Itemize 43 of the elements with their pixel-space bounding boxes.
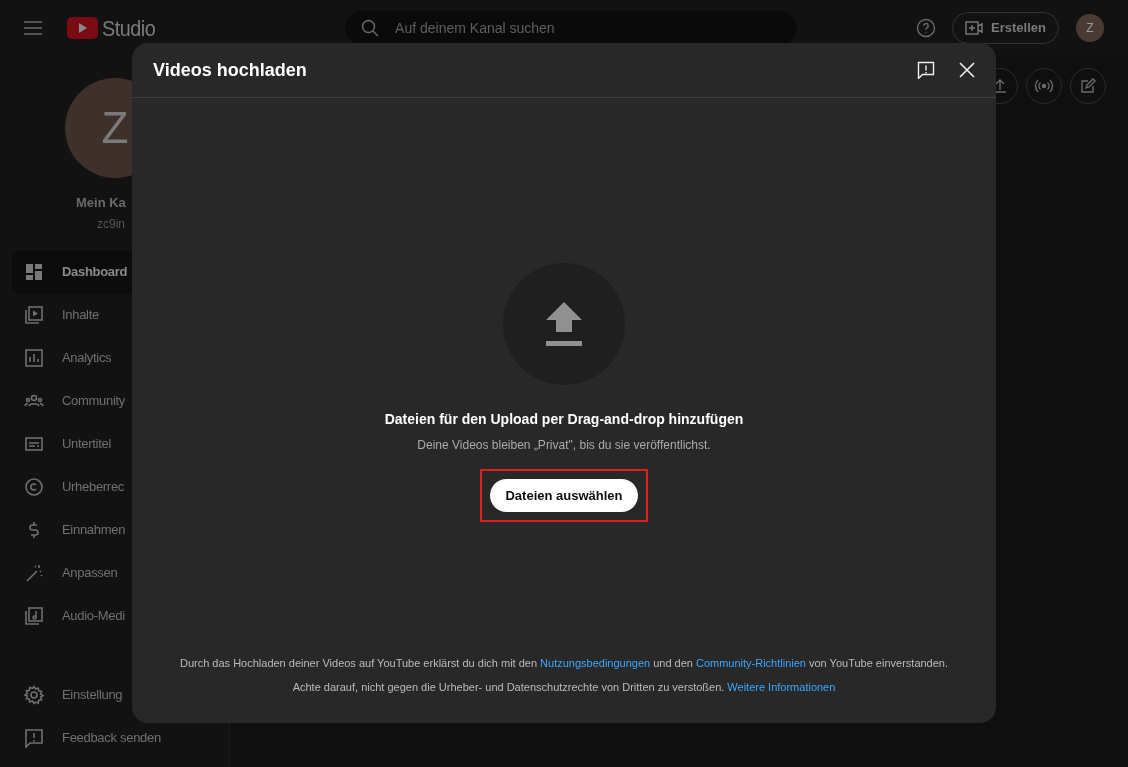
channel-name: Mein Ka: [76, 194, 126, 212]
sidebar-item[interactable]: Einstellung: [12, 673, 217, 716]
copyright-icon: [24, 477, 44, 497]
add-video-icon: [965, 21, 984, 35]
upload-heading: Dateien für den Upload per Drag-and-drop hinzufügen: [384, 410, 744, 429]
sidebar-item[interactable]: Untertitel: [12, 422, 217, 466]
upload-icon: [546, 302, 582, 346]
sidebar-item[interactable]: Feedback senden: [12, 716, 217, 759]
sidebar-item[interactable]: Inhalte: [12, 293, 217, 337]
channel-handle: zc9in: [97, 215, 125, 233]
sidebar-item[interactable]: Einnahmen: [12, 508, 217, 552]
feedback-icon[interactable]: [917, 61, 935, 79]
footer-text: und den: [653, 656, 693, 671]
close-icon[interactable]: [959, 62, 975, 78]
magic-wand-icon: [24, 563, 44, 583]
footer-text: Achte darauf, nicht gegen die Urheber- und Datenschutzrechte von Dritten zu verstoßen.: [292, 679, 725, 695]
upload-icon: [994, 79, 1006, 93]
feedback-icon: [24, 727, 44, 748]
footer-link[interactable]: Weitere Informationen: [727, 678, 836, 695]
logo-text[interactable]: Studio: [102, 11, 156, 45]
footer-text: Durch das Hochladen deiner Videos auf YouTube erklärst du dich mit den: [179, 656, 538, 671]
account-avatar[interactable]: Z: [1076, 14, 1104, 42]
dashboard-icon: [24, 262, 44, 282]
sidebar-item[interactable]: Community: [12, 379, 217, 423]
play-logo-icon: [67, 17, 98, 39]
sidebar-item[interactable]: Audio-Medi: [12, 594, 217, 638]
sidebar-item[interactable]: Urheberrec: [12, 465, 217, 509]
search-icon: [361, 19, 380, 37]
footer-text: von YouTube einverstanden.: [809, 656, 949, 671]
footer-link[interactable]: Community-Richtlinien: [695, 655, 806, 672]
bar-chart-icon: [24, 348, 44, 368]
help-icon[interactable]: [916, 18, 937, 38]
sidebar-item[interactable]: Anpassen: [12, 551, 217, 595]
subtitles-icon: [24, 434, 44, 454]
video-icon: [24, 305, 44, 325]
upload-subtitle: Deine Videos bleiben „Privat", bis du sie veröffentlichst.: [417, 437, 711, 454]
settings-icon: [24, 684, 44, 705]
footer-link[interactable]: Nutzungsbedingungen: [540, 655, 651, 672]
select-files-button[interactable]: Dateien auswählen: [490, 479, 638, 512]
music-note-icon: [24, 606, 44, 626]
edit-icon: [1078, 76, 1098, 96]
sidebar-item[interactable]: Analytics: [12, 336, 217, 380]
menu-icon[interactable]: [24, 21, 42, 35]
